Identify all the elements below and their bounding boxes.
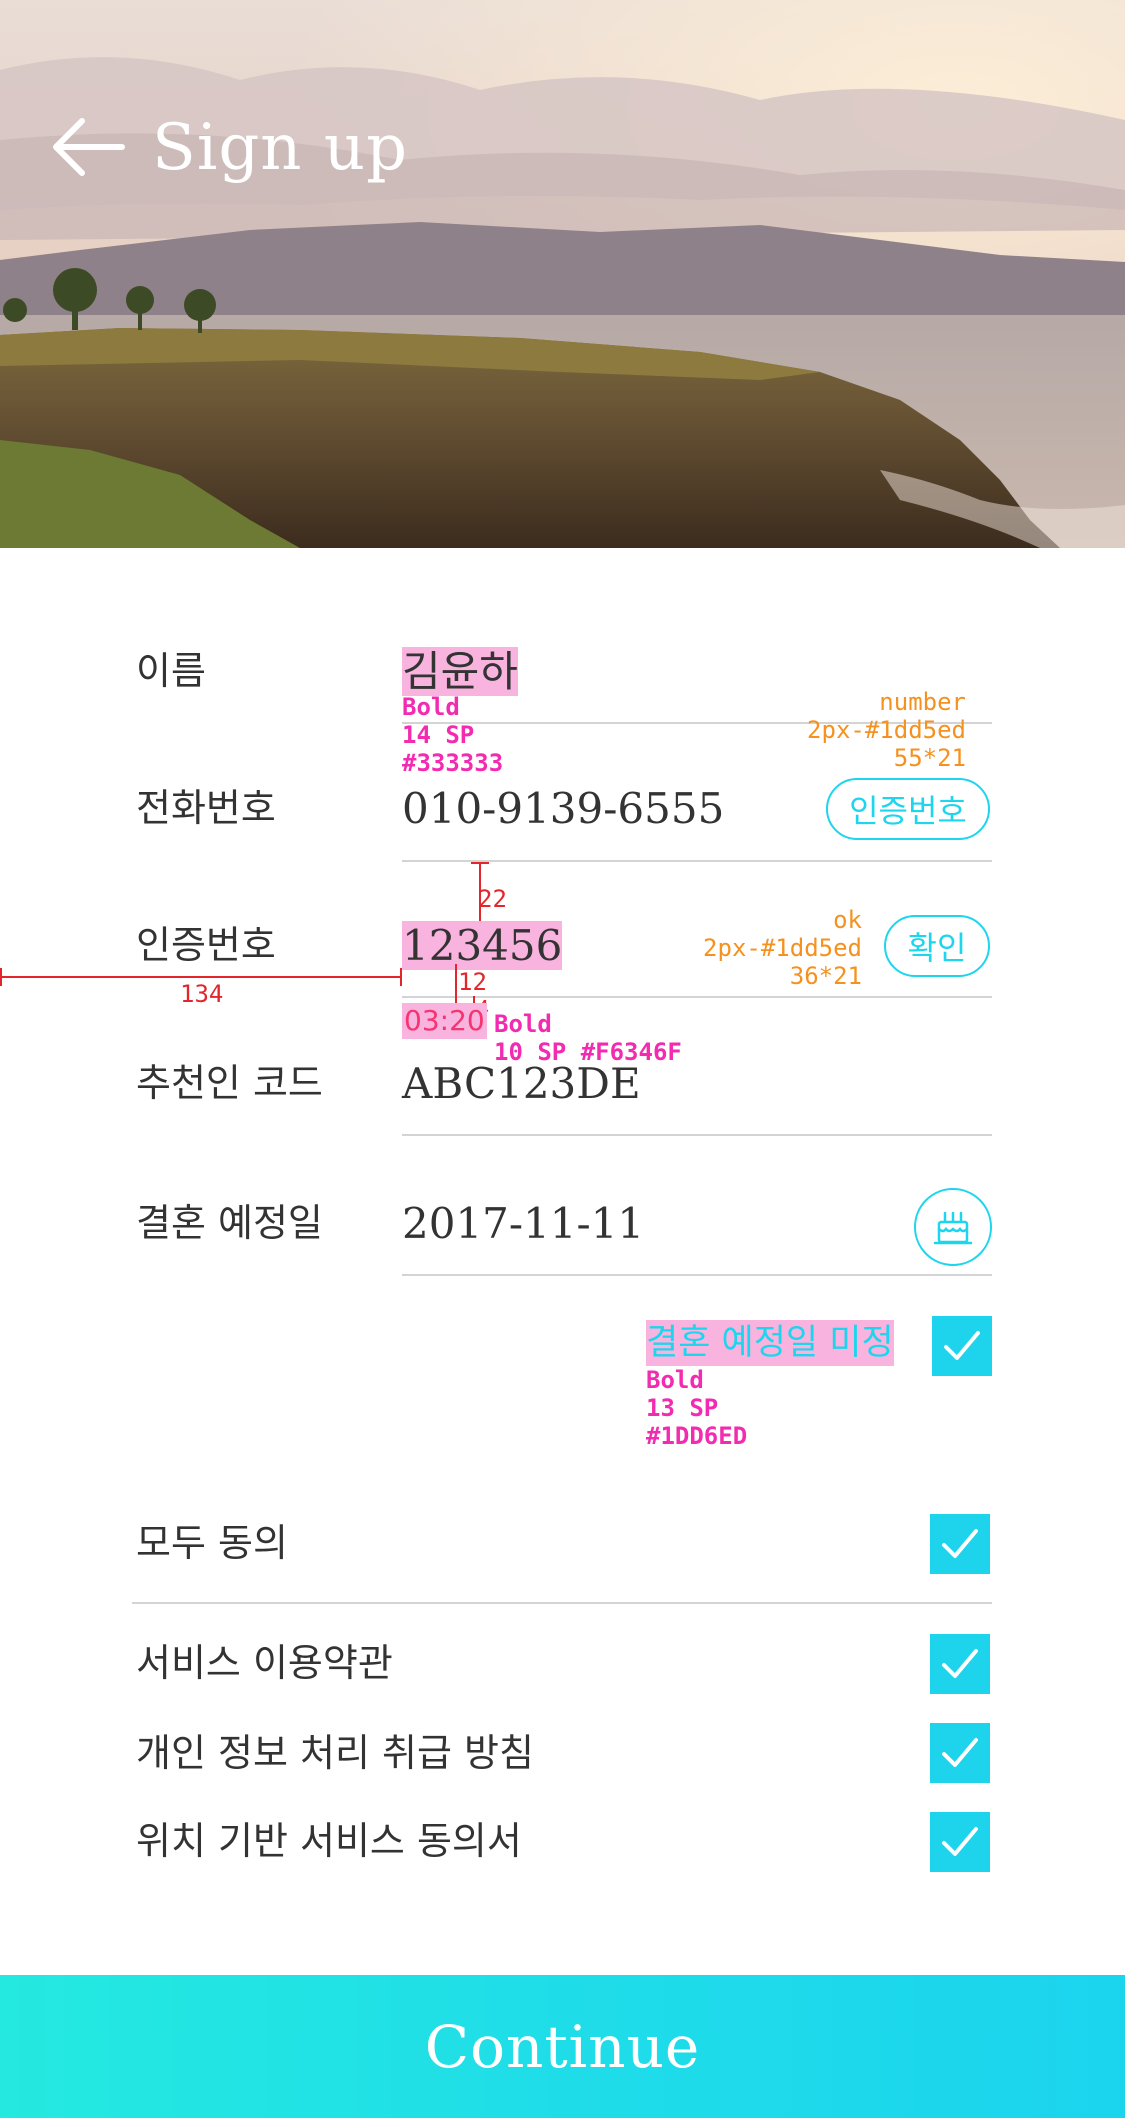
arrow-left-icon xyxy=(53,118,125,176)
dimension-label-12: 12 xyxy=(458,968,487,996)
location-consent-label[interactable]: 위치 기반 서비스 동의서 xyxy=(136,1816,522,1866)
terms-of-service-label[interactable]: 서비스 이용약관 xyxy=(136,1638,393,1688)
dimension-cap-top xyxy=(471,862,489,864)
agree-all-label[interactable]: 모두 동의 xyxy=(136,1518,288,1568)
name-label: 이름 xyxy=(136,649,206,693)
phone-label: 전화번호 xyxy=(136,786,276,830)
verify-label: 인증번호 xyxy=(136,923,276,967)
ok-button-spec-annotation: ok 2px-#1dd5ed 36*21 xyxy=(703,906,862,990)
checkmark-icon xyxy=(944,1331,980,1360)
checkmark-icon xyxy=(942,1529,978,1558)
phone-field[interactable]: 010-9139-6555 xyxy=(402,781,724,837)
verify-timer: 03:20 xyxy=(402,1003,487,1039)
verify-value: 123456 xyxy=(402,921,563,970)
checkmark-icon xyxy=(942,1738,978,1767)
coastline-photo xyxy=(0,0,1125,548)
header-photo: Sign up xyxy=(0,0,1125,548)
agree-all-checkbox[interactable] xyxy=(930,1514,990,1574)
dimension-cap-right xyxy=(400,968,402,986)
dimension-label-134: 134 xyxy=(180,980,224,1008)
undecided-spec-annotation: Bold 13 SP #1DD6ED xyxy=(646,1366,748,1450)
wedding-underline xyxy=(402,1274,992,1276)
cake-icon xyxy=(933,1211,973,1245)
referral-field[interactable]: ABC123DE xyxy=(402,1056,641,1112)
continue-button[interactable]: Continue xyxy=(0,1975,1125,2118)
dimension-label-22: 22 xyxy=(478,885,507,913)
checkmark-icon xyxy=(942,1827,978,1856)
verify-field[interactable]: 123456 xyxy=(402,918,563,974)
terms-of-service-checkbox[interactable] xyxy=(930,1634,990,1694)
name-spec-annotation: Bold 14 SP #333333 xyxy=(402,693,504,777)
checkmark-icon xyxy=(942,1649,978,1678)
referral-label: 추천인 코드 xyxy=(136,1061,323,1105)
privacy-policy-label[interactable]: 개인 정보 처리 취급 방침 xyxy=(136,1728,534,1778)
number-button-spec-annotation: number 2px-#1dd5ed 55*21 xyxy=(807,688,966,772)
page-title: Sign up xyxy=(152,111,409,185)
calendar-button[interactable] xyxy=(914,1188,992,1266)
name-value: 김윤하 xyxy=(402,647,518,696)
agree-divider xyxy=(132,1602,992,1604)
continue-label: Continue xyxy=(424,2012,701,2081)
wedding-date-field[interactable]: 2017-11-11 xyxy=(402,1196,644,1252)
verify-underline xyxy=(402,996,992,998)
wedding-undecided-checkbox[interactable] xyxy=(932,1316,992,1376)
dimension-cap-left xyxy=(0,968,2,986)
confirm-button[interactable]: 확인 xyxy=(884,915,990,977)
dimension-line-134 xyxy=(0,976,402,978)
privacy-policy-checkbox[interactable] xyxy=(930,1723,990,1783)
name-field[interactable]: 김윤하 xyxy=(402,644,518,700)
wedding-undecided-label[interactable]: 결혼 예정일 미정 xyxy=(646,1320,894,1366)
dimension-line-12 xyxy=(455,964,457,1004)
wedding-label: 결혼 예정일 xyxy=(136,1201,323,1245)
request-code-button[interactable]: 인증번호 xyxy=(826,778,990,840)
location-consent-checkbox[interactable] xyxy=(930,1812,990,1872)
back-button[interactable] xyxy=(50,112,130,182)
phone-underline xyxy=(402,860,992,862)
referral-underline xyxy=(402,1134,992,1136)
